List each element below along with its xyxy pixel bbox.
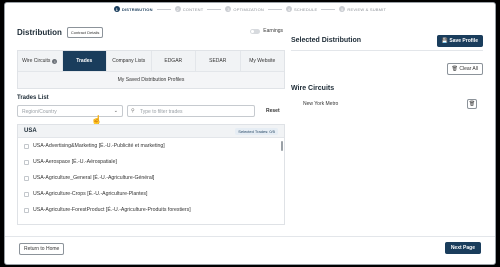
- step-connector: [207, 8, 222, 10]
- step-label: SCHEDULE: [293, 6, 318, 12]
- trash-icon: 🗑: [468, 101, 476, 107]
- tab-saved-profiles[interactable]: My Saved Distribution Profiles: [18, 71, 284, 88]
- step-label: REVIEW & SUBMIT: [347, 6, 387, 12]
- selected-trades-badge: Selected Trades: 0/5: [235, 127, 278, 135]
- distribution-tabs: Wire Circuits i Trades Company Lists EDG…: [17, 50, 285, 89]
- step-label: OPTIMIZATION: [233, 6, 264, 12]
- tab-label: Company Lists: [112, 58, 146, 64]
- region-placeholder: Region/Country: [22, 109, 57, 115]
- chevron-down-icon: ⌄: [113, 108, 118, 114]
- step-number: 5: [339, 6, 346, 12]
- checkbox[interactable]: [24, 207, 29, 213]
- footer-bar: Return to Home Next Page: [5, 236, 495, 260]
- save-profile-button[interactable]: 💾 Save Profile: [436, 34, 483, 47]
- tab-label: EDGAR: [164, 58, 183, 64]
- contract-details-button[interactable]: Contract Details: [66, 26, 104, 38]
- app-window: 1 DISTRIBUTION 2 CONTENT 3 OPTIMIZATION …: [4, 2, 496, 265]
- clear-all-button[interactable]: 🗑 Clear All: [446, 63, 483, 75]
- clear-all-label: Clear All: [459, 66, 478, 72]
- step-label: DISTRIBUTION: [121, 6, 153, 12]
- tab-label: My Website: [249, 58, 276, 64]
- selected-item: New York Metro: [303, 101, 339, 107]
- info-icon: i: [52, 58, 58, 64]
- list-item[interactable]: USA-Agriculture-ForestProduct [É.-U.-Agr…: [18, 202, 284, 218]
- distribution-title: Distribution: [17, 27, 62, 37]
- trades-group-header[interactable]: USA Selected Trades: 0/5: [18, 125, 284, 138]
- checkbox[interactable]: [24, 143, 29, 149]
- trade-label: USA-Agriculture-ForestProduct [É.-U.-Agr…: [33, 207, 191, 213]
- wire-circuits-title: Wire Circuits: [291, 85, 335, 92]
- next-page-button[interactable]: Next Page: [444, 242, 481, 254]
- tab-sedar[interactable]: SEDAR: [196, 51, 241, 71]
- save-icon: 💾: [441, 37, 448, 44]
- step-distribution[interactable]: 1 DISTRIBUTION: [113, 6, 171, 12]
- checkbox[interactable]: [24, 175, 29, 181]
- distribution-panel: Distribution Contract Details Earnings W…: [17, 25, 285, 225]
- trade-label: USA-Agriculture_General [É.-U.-Agricultu…: [33, 175, 155, 181]
- return-home-button[interactable]: Return to Home: [19, 243, 65, 255]
- save-profile-label: Save Profile: [449, 37, 478, 44]
- list-item[interactable]: USA-Agriculture_General [É.-U.-Agricultu…: [18, 170, 284, 186]
- trades-list-label: Trades List: [17, 95, 49, 101]
- progress-steps: 1 DISTRIBUTION 2 CONTENT 3 OPTIMIZATION …: [5, 3, 495, 15]
- step-schedule[interactable]: 4 SCHEDULE: [285, 6, 336, 12]
- list-item[interactable]: USA-Aerospace [É.-U.-Aérospatiale]: [18, 154, 284, 170]
- selected-title: Selected Distribution: [291, 37, 362, 44]
- checkbox[interactable]: [24, 159, 29, 165]
- reset-button[interactable]: Reset: [266, 108, 280, 114]
- step-optimization[interactable]: 3 OPTIMIZATION: [225, 6, 282, 12]
- region-country-select[interactable]: Region/Country ⌄: [17, 105, 123, 117]
- step-number: 3: [225, 6, 232, 12]
- step-connector: [156, 8, 171, 10]
- tab-wire-circuits[interactable]: Wire Circuits i: [18, 51, 63, 71]
- selected-header: Selected Distribution 💾 Save Profile: [291, 31, 483, 51]
- selected-distribution-panel: Selected Distribution 💾 Save Profile 🗑 C…: [291, 31, 483, 231]
- checkbox[interactable]: [24, 191, 29, 197]
- scrollbar[interactable]: [281, 141, 283, 151]
- step-label: CONTENT: [182, 6, 204, 12]
- trade-filter-input[interactable]: ⚲ Type to filter trades: [127, 105, 255, 117]
- remove-item-button[interactable]: 🗑: [467, 99, 477, 109]
- tab-edgar[interactable]: EDGAR: [152, 51, 196, 71]
- earnings-toggle[interactable]: [250, 28, 261, 34]
- tab-company-lists[interactable]: Company Lists: [107, 51, 152, 71]
- step-number: 4: [285, 6, 292, 12]
- list-item[interactable]: USA-Agriculture-Crops [É.-U.-Agriculture…: [18, 186, 284, 202]
- earnings-label: Earnings: [263, 28, 283, 34]
- trades-filters: Region/Country ⌄ ⚲ Type to filter trades…: [17, 105, 285, 125]
- group-label: USA: [24, 128, 37, 134]
- step-connector: [321, 8, 336, 10]
- search-icon: ⚲: [131, 108, 135, 114]
- tab-label: Wire Circuits: [22, 58, 51, 64]
- trade-label: USA-Advertising&Marketing [É.-U.-Publici…: [33, 143, 165, 149]
- tab-label: Trades: [76, 58, 93, 64]
- step-number: 1: [113, 6, 120, 12]
- trade-label: USA-Agriculture-Crops [É.-U.-Agriculture…: [33, 191, 148, 197]
- list-item[interactable]: USA-Advertising&Marketing [É.-U.-Publici…: [18, 138, 284, 154]
- step-number: 2: [174, 6, 181, 12]
- filter-placeholder: Type to filter trades: [140, 109, 183, 115]
- step-review-submit[interactable]: 5 REVIEW & SUBMIT: [339, 6, 386, 12]
- trash-icon: 🗑: [451, 66, 458, 72]
- tab-label: SEDAR: [209, 58, 227, 64]
- trades-list: USA Selected Trades: 0/5 USA-Advertising…: [17, 124, 285, 225]
- step-content[interactable]: 2 CONTENT: [174, 6, 222, 12]
- tab-my-website[interactable]: My Website: [241, 51, 285, 71]
- distribution-header: Distribution Contract Details: [17, 25, 285, 39]
- step-connector: [267, 8, 282, 10]
- trade-label: USA-Aerospace [É.-U.-Aérospatiale]: [33, 159, 117, 165]
- earnings-toggle-group: Earnings: [250, 28, 283, 34]
- tab-trades[interactable]: Trades: [62, 51, 107, 71]
